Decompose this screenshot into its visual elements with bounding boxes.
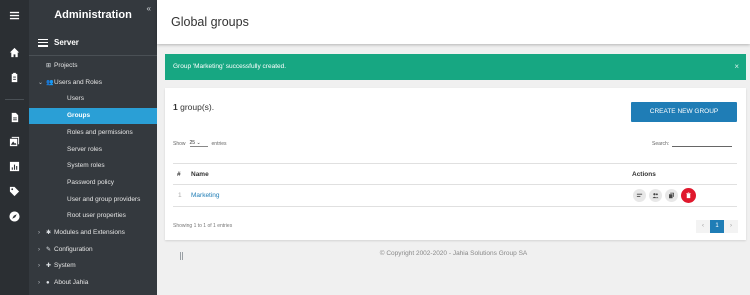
sidebar-item-label: Root user properties <box>67 212 126 220</box>
list-icon <box>38 38 48 47</box>
page-button[interactable]: 1 <box>710 220 724 233</box>
sidebar-item-system[interactable]: › ✚ System <box>29 258 157 274</box>
users-icon <box>652 193 659 199</box>
collapse-sidebar-icon[interactable]: « <box>147 4 151 13</box>
page-length-select[interactable]: 25 ⌄ <box>189 140 208 147</box>
copyright-footer: © Copyright 2002-2020 - Jahia Solutions … <box>379 250 528 257</box>
sidebar-item-users[interactable]: Users <box>29 91 157 107</box>
sidebar-item-icon: ✱ <box>46 230 52 236</box>
sidebar-item-icon: 👥 <box>46 79 54 86</box>
pagination: ‹ 1 › <box>696 220 738 233</box>
sidebar-item-about-jahia[interactable]: › ● About Jahia <box>29 275 157 291</box>
close-icon[interactable]: × <box>734 54 739 80</box>
sidebar-item-users-and-roles[interactable]: ⌄ 👥Users and Roles <box>29 75 157 91</box>
chevron-right-icon[interactable]: › <box>38 242 46 258</box>
create-new-group-button[interactable]: CREATE NEW GROUP <box>631 102 737 122</box>
sidebar-item-roles-and-permissions[interactable]: Roles and permissions <box>29 125 157 141</box>
sidebar-item-label: Modules and Extensions <box>54 229 125 236</box>
sidebar-item-label: Server roles <box>67 145 103 153</box>
chart-icon[interactable] <box>7 159 21 173</box>
sidebar-item-modules-and-extensions[interactable]: › ✱ Modules and Extensions <box>29 225 157 241</box>
alert-message: Group 'Marketing' successfully created. <box>173 63 287 70</box>
groups-table: # Name Actions 1 Marketing <box>173 163 737 207</box>
table-header: # Name Actions <box>173 163 737 185</box>
show-suffix: entries <box>211 140 227 147</box>
clipboard-icon[interactable] <box>7 70 21 84</box>
sidebar-item-label: Configuration <box>54 245 93 253</box>
column-header-actions: Actions <box>632 171 656 178</box>
sidebar-item-password-policy[interactable]: Password policy <box>29 175 157 191</box>
sidebar-section-server[interactable]: Server <box>38 38 79 47</box>
icon-rail <box>0 0 29 295</box>
rail-divider <box>5 99 24 100</box>
sidebar-item-system-roles[interactable]: System roles <box>29 158 157 174</box>
menu-icon[interactable] <box>7 8 21 22</box>
sidebar-item-label: Groups <box>67 112 91 120</box>
column-header-number[interactable]: # <box>177 164 181 186</box>
delete-button[interactable] <box>681 188 696 203</box>
lines-icon <box>636 193 643 197</box>
group-count: 1 group(s). <box>173 102 214 112</box>
tag-icon[interactable] <box>7 184 21 198</box>
sidebar-item-root-user-properties[interactable]: Root user properties <box>29 208 157 224</box>
sidebar-item-server-roles[interactable]: Server roles <box>29 142 157 158</box>
sidebar-item-groups[interactable]: Groups <box>29 108 157 125</box>
page-title: Global groups <box>171 15 249 29</box>
sidebar-section-label: Server <box>54 38 79 47</box>
sidebar-item-label: Password policy <box>67 178 114 186</box>
sidebar-item-projects[interactable]: ⊞ Projects <box>29 58 157 74</box>
table-info: Showing 1 to 1 of 1 entries <box>173 223 233 229</box>
search-control: Search: <box>652 140 733 147</box>
home-icon[interactable] <box>7 45 21 59</box>
sidebar-item-label: About Jahia <box>54 279 89 287</box>
sidebar-item-label: Projects <box>54 62 78 69</box>
sidebar-title: Administration <box>54 9 132 21</box>
chevron-right-icon[interactable]: › <box>38 258 46 274</box>
search-label: Search: <box>652 140 670 147</box>
sidebar-item-label: System <box>54 262 76 270</box>
sidebar-item-configuration[interactable]: › ✎ Configuration <box>29 242 157 258</box>
success-alert: Group 'Marketing' successfully created. … <box>165 54 746 80</box>
chevron-right-icon[interactable]: › <box>38 275 46 291</box>
sidebar-item-label: Roles and permissions <box>67 128 133 136</box>
search-input[interactable] <box>672 140 733 147</box>
copy-button[interactable] <box>665 189 678 202</box>
sidebar-item-icon: ✎ <box>46 246 52 253</box>
document-icon[interactable] <box>7 110 21 124</box>
group-count-suffix: group(s). <box>177 102 215 112</box>
gallery-icon[interactable] <box>7 134 21 148</box>
chevron-down-icon: ⌄ <box>196 140 201 146</box>
page-length-control: Show 25 ⌄ entries <box>173 140 227 147</box>
sidebar-item-label: Users and Roles <box>54 78 103 86</box>
sidebar: Administration « Server ⊞ Projects ⌄ 👥Users… <box>29 0 183 295</box>
row-number: 1 <box>178 192 182 199</box>
sidebar-item-label: System roles <box>67 162 105 170</box>
sidebar-item-label: User and group providers <box>67 195 141 203</box>
edit-members-button[interactable] <box>649 189 662 202</box>
edit-properties-button[interactable] <box>633 189 646 202</box>
sidebar-item-icon: ✚ <box>46 263 52 270</box>
group-name-link[interactable]: Marketing <box>191 185 220 207</box>
sidebar-item-label: Users <box>67 95 84 103</box>
row-actions <box>633 188 696 203</box>
table-row: 1 Marketing <box>173 185 737 207</box>
chevron-right-icon[interactable]: › <box>38 225 46 241</box>
groups-card: 1 group(s). CREATE NEW GROUP Show 25 ⌄ e… <box>165 88 746 240</box>
column-header-name[interactable]: Name <box>191 164 209 186</box>
page-length-value: 25 <box>189 140 196 146</box>
sidebar-item-icon: ● <box>46 280 50 287</box>
copy-icon <box>669 192 674 199</box>
sidebar-divider <box>29 55 157 56</box>
show-prefix: Show <box>173 140 186 147</box>
trash-icon <box>686 192 691 199</box>
previous-page-button[interactable]: ‹ <box>696 220 710 233</box>
chevron-down-icon[interactable]: ⌄ <box>38 75 46 91</box>
sidebar-item-icon: ⊞ <box>46 63 52 69</box>
sidebar-item-user-and-group-providers[interactable]: User and group providers <box>29 192 157 208</box>
page-header: Global groups <box>157 0 750 44</box>
compass-icon[interactable] <box>7 209 21 223</box>
next-page-button[interactable]: › <box>724 220 738 233</box>
